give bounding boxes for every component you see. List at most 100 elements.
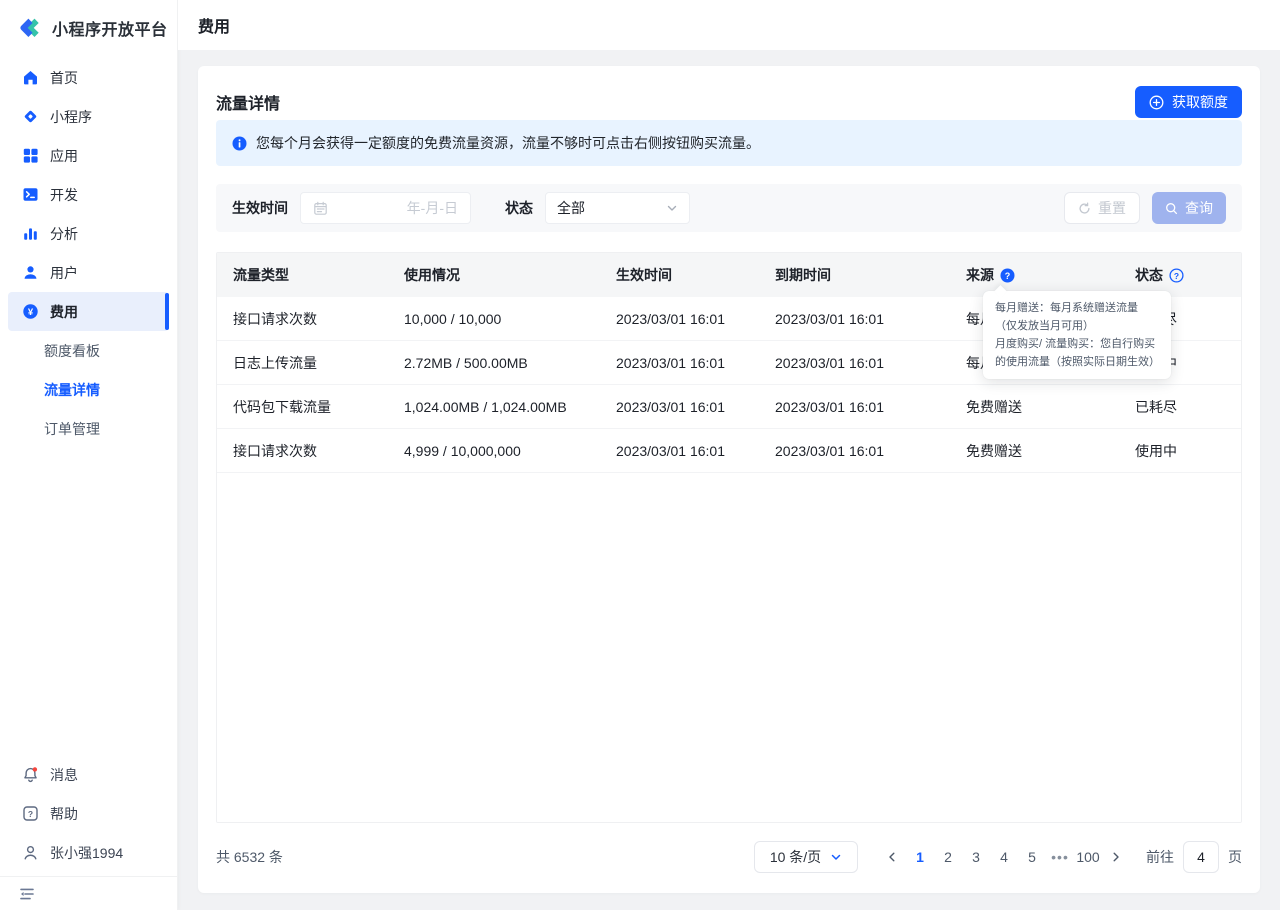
table-cell: 2023/03/01 16:01 (775, 399, 966, 415)
sidebar-item-label: 首页 (50, 68, 78, 88)
sidebar-item-label: 费用 (50, 302, 78, 322)
page-button-4[interactable]: 4 (990, 841, 1018, 873)
sidebar-item-label: 小程序 (50, 107, 92, 127)
sidebar-item-users[interactable]: 用户 (8, 253, 169, 292)
help-icon: ? (22, 805, 39, 822)
content-area: 流量详情 获取额度 您每个月会获得一定额度的免费流量资源，流量不够时可点击右侧按… (178, 50, 1280, 910)
table-cell: 2023/03/01 16:01 (616, 311, 775, 327)
info-icon (232, 136, 247, 151)
table-cell: 2023/03/01 16:01 (616, 443, 775, 459)
sidebar-item-messages[interactable]: 消息 (8, 755, 169, 794)
logo: 小程序开放平台 (0, 0, 177, 56)
column-header: 流量类型 (233, 265, 404, 285)
page-size-value: 10 条/页 (770, 847, 821, 867)
info-banner: 您每个月会获得一定额度的免费流量资源，流量不够时可点击右侧按钮购买流量。 (216, 120, 1242, 166)
table-cell: 10,000 / 10,000 (404, 311, 616, 327)
bell-icon (22, 766, 39, 783)
status-select-value: 全部 (557, 198, 585, 218)
plus-circle-icon (1149, 95, 1164, 110)
page-button-100[interactable]: 100 (1074, 841, 1102, 873)
table-cell: 1,024.00MB / 1,024.00MB (404, 399, 616, 415)
user-icon (22, 264, 39, 281)
table-cell: 4,999 / 10,000,000 (404, 443, 616, 459)
miniprogram-icon (22, 108, 39, 125)
platform-logo-icon (18, 16, 44, 40)
traffic-details-card: 流量详情 获取额度 您每个月会获得一定额度的免费流量资源，流量不够时可点击右侧按… (198, 66, 1260, 893)
goto-unit: 页 (1228, 847, 1242, 867)
page-size-select[interactable]: 10 条/页 (754, 841, 858, 873)
sidebar-subitem-traffic-details[interactable]: 流量详情 (0, 370, 177, 409)
sidebar-subitem-order-management[interactable]: 订单管理 (0, 409, 177, 448)
date-picker-input[interactable]: 年-月-日 (300, 192, 471, 224)
sidebar-subitem-quota-board[interactable]: 额度看板 (0, 331, 177, 370)
sidebar-item-label: 张小强1994 (50, 843, 123, 863)
table-cell: 2023/03/01 16:01 (616, 355, 775, 371)
page-button-5[interactable]: 5 (1018, 841, 1046, 873)
total-count: 共 6532 条 (216, 847, 283, 867)
table-cell: 日志上传流量 (233, 353, 404, 373)
sidebar-item-home[interactable]: 首页 (8, 58, 169, 97)
column-header-source: 来源 ? (966, 265, 1135, 285)
table-row: 接口请求次数4,999 / 10,000,0002023/03/01 16:01… (217, 429, 1241, 473)
table-cell: 2023/03/01 16:01 (775, 443, 966, 459)
get-quota-button[interactable]: 获取额度 (1135, 86, 1242, 118)
svg-text:?: ? (28, 809, 33, 819)
table-cell: 使用中 (1135, 441, 1241, 461)
sidebar-item-miniprogram[interactable]: 小程序 (8, 97, 169, 136)
sidebar-item-apps[interactable]: 应用 (8, 136, 169, 175)
table-cell: 2023/03/01 16:01 (616, 399, 775, 415)
table-empty-space (217, 473, 1241, 822)
page-button-3[interactable]: 3 (962, 841, 990, 873)
bar-chart-icon (22, 225, 39, 242)
column-header-label: 来源 (966, 265, 994, 285)
reset-label: 重置 (1098, 198, 1126, 218)
table-cell: 2023/03/01 16:01 (775, 311, 966, 327)
sidebar-item-label: 分析 (50, 224, 78, 244)
refresh-icon (1078, 202, 1091, 215)
sidebar-subitem-label: 额度看板 (44, 341, 100, 361)
table-cell: 接口请求次数 (233, 441, 404, 461)
sidebar-bottom-menu: 消息 ? 帮助 张小强1994 (0, 755, 177, 876)
sidebar-menu: 首页 小程序 应用 开发 分析 用户 ¥ (0, 56, 177, 448)
date-placeholder: 年-月-日 (407, 198, 458, 218)
page-button-2[interactable]: 2 (934, 841, 962, 873)
sidebar-item-analytics[interactable]: 分析 (8, 214, 169, 253)
sidebar-item-dev[interactable]: 开发 (8, 175, 169, 214)
chevron-down-icon (666, 202, 678, 214)
more-pages-button[interactable]: ••• (1046, 841, 1074, 873)
sidebar-footer (0, 876, 177, 910)
column-header-status: 状态 ? (1135, 265, 1241, 285)
goto-label: 前往 (1146, 847, 1174, 867)
banner-text: 您每个月会获得一定额度的免费流量资源，流量不够时可点击右侧按钮购买流量。 (256, 133, 760, 153)
sidebar-item-account[interactable]: 张小强1994 (8, 833, 169, 872)
tooltip-line: 月度购买/ 流量购买：您自行购买的使用流量（按照实际日期生效） (995, 335, 1159, 371)
table-cell: 接口请求次数 (233, 309, 404, 329)
goto-page-input[interactable] (1183, 841, 1219, 873)
query-label: 查询 (1185, 198, 1213, 218)
table-cell: 代码包下载流量 (233, 397, 404, 417)
collapse-sidebar-icon[interactable] (18, 885, 36, 903)
query-button[interactable]: 查询 (1152, 192, 1226, 224)
user-outline-icon (22, 844, 39, 861)
status-help-icon[interactable]: ? (1169, 268, 1184, 283)
source-help-icon[interactable]: ? (1000, 268, 1015, 283)
reset-button[interactable]: 重置 (1064, 192, 1140, 224)
table-row: 代码包下载流量1,024.00MB / 1,024.00MB2023/03/01… (217, 385, 1241, 429)
sidebar-item-label: 开发 (50, 185, 78, 205)
filter-actions: 重置 查询 (1064, 192, 1226, 224)
sidebar-item-label: 消息 (50, 765, 78, 785)
sidebar-item-label: 帮助 (50, 804, 78, 824)
next-page-button[interactable] (1102, 841, 1130, 873)
terminal-icon (22, 186, 39, 203)
source-tooltip: 每月赠送：每月系统赠送流量（仅发放当月可用）月度购买/ 流量购买：您自行购买的使… (983, 291, 1171, 379)
sidebar-item-help[interactable]: ? 帮助 (8, 794, 169, 833)
card-title: 流量详情 (216, 90, 280, 114)
home-icon (22, 69, 39, 86)
sidebar-item-fees[interactable]: ¥ 费用 (8, 292, 169, 331)
filter-bar: 生效时间 年-月-日 状态 全部 重置 (216, 184, 1242, 232)
main-area: 费用 流量详情 获取额度 您每个月会获得一定额度的免费流量资源，流量不够时可点击… (178, 0, 1280, 910)
platform-title: 小程序开放平台 (52, 16, 168, 40)
status-select[interactable]: 全部 (545, 192, 690, 224)
prev-page-button[interactable] (878, 841, 906, 873)
page-button-1[interactable]: 1 (906, 841, 934, 873)
